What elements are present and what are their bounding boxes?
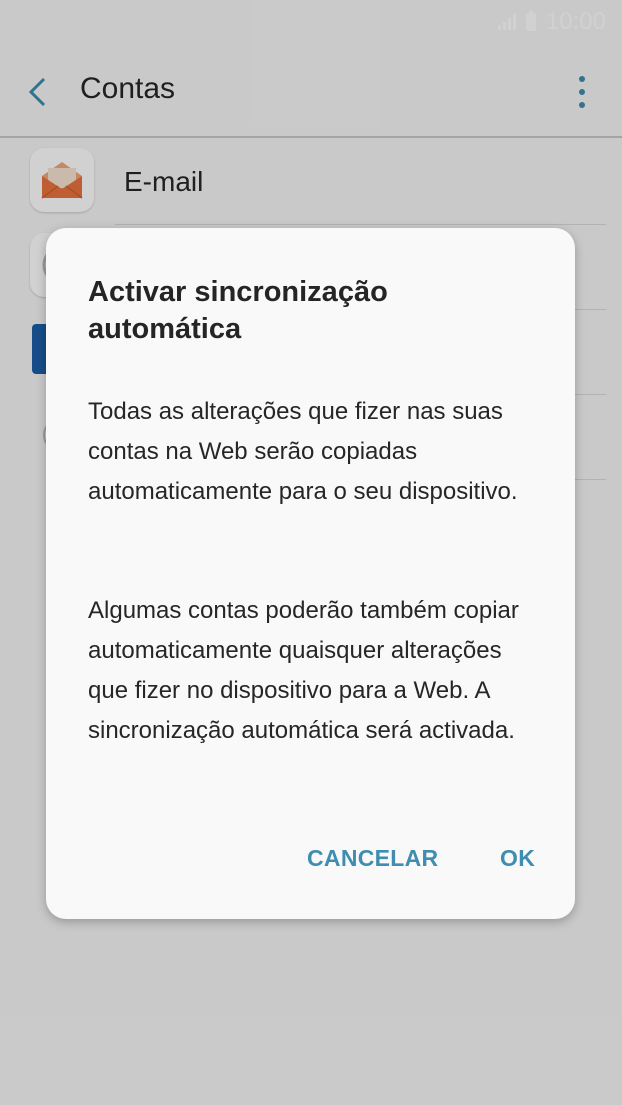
dialog-message-2: Algumas contas poderão também copiar aut… <box>88 597 519 744</box>
dialog-message-1: Todas as alterações que fizer nas suas c… <box>88 398 518 505</box>
cancel-button[interactable]: CANCELAR <box>307 845 438 872</box>
dialog-title: Activar sincronização automática <box>88 276 388 345</box>
sync-dialog: Activar sincronização automática Todas a… <box>46 228 575 919</box>
ok-button[interactable]: OK <box>500 845 535 872</box>
